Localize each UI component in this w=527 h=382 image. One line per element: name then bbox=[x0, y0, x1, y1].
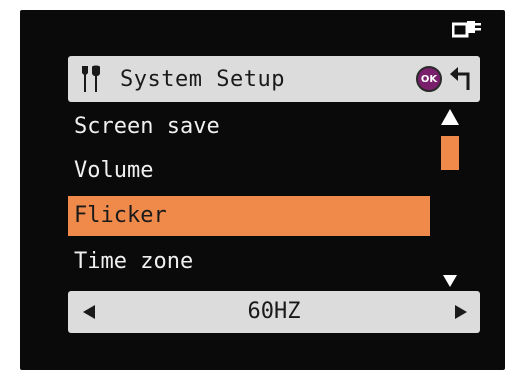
selected-value: 60HZ bbox=[247, 299, 301, 324]
tools-icon bbox=[82, 65, 100, 92]
menu-item-time-zone[interactable]: Time zone bbox=[68, 242, 430, 282]
menu-item-screen-save[interactable]: Screen save bbox=[68, 107, 430, 147]
ok-button-icon[interactable]: OK bbox=[416, 66, 442, 92]
scroll-up-icon[interactable] bbox=[440, 108, 460, 126]
menu-item-flicker[interactable]: Flicker bbox=[68, 196, 430, 236]
menu-header: System Setup OK bbox=[68, 56, 480, 102]
scrollbar-thumb[interactable] bbox=[441, 136, 459, 170]
menu-title: System Setup bbox=[120, 66, 285, 92]
scroll-down-icon[interactable] bbox=[442, 274, 458, 288]
value-selector[interactable]: 60HZ bbox=[68, 291, 480, 333]
back-arrow-icon[interactable] bbox=[448, 66, 472, 92]
power-plug-icon bbox=[452, 21, 481, 38]
arrow-right-icon[interactable] bbox=[454, 304, 468, 320]
device-screen: System Setup OK Screen save Volume Flick… bbox=[20, 10, 505, 370]
menu-item-volume[interactable]: Volume bbox=[68, 151, 430, 191]
